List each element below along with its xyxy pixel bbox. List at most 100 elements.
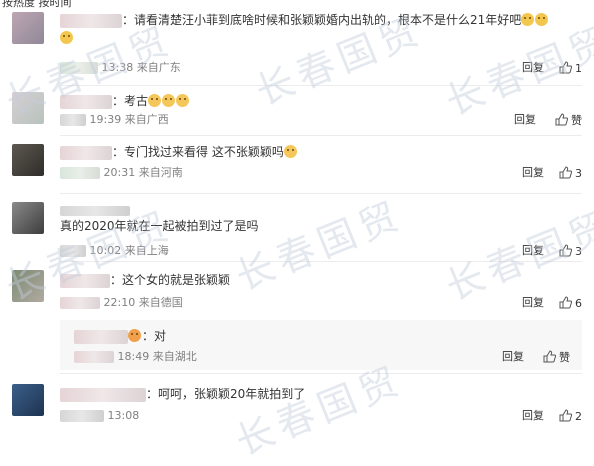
avatar[interactable] <box>12 92 44 124</box>
comment-meta: 13:38 来自广东 <box>60 61 181 75</box>
username[interactable] <box>60 94 112 109</box>
like-count: 赞 <box>559 351 570 364</box>
comment-text: ：考古 <box>112 94 149 108</box>
username[interactable] <box>60 387 146 402</box>
date-blur <box>60 245 86 257</box>
comment-actions: 回复 6 <box>502 296 582 310</box>
like-button[interactable]: 6 <box>559 296 582 311</box>
comment-item: ：这个女的就是张颖颖 22:10 来自德国 回复 6 ：对 18:49 来自湖北… <box>0 262 594 374</box>
cat-emoji-icon <box>283 145 297 158</box>
date-blur <box>60 410 104 422</box>
reply-button[interactable]: 回复 <box>522 166 544 180</box>
comment-time: 10:02 来自上海 <box>89 244 169 257</box>
comment-meta: 20:31 来自河南 <box>60 166 183 180</box>
nested-reply-content: ：对 <box>74 328 166 344</box>
comment-time: 13:08 <box>107 409 140 422</box>
comment-item: ：请看清楚汪小菲到底啥时候和张颖颖婚内出轨的，根本不是什么21年好吧 13:38… <box>0 8 594 86</box>
nested-reply-text: ：对 <box>142 329 167 343</box>
sort-tabs-label[interactable]: 按热度 按时间 <box>2 0 72 8</box>
nested-reply-actions: 回复 赞 <box>486 350 570 364</box>
comment-content-continued <box>60 30 74 46</box>
thumbs-up-icon <box>559 166 572 180</box>
avatar[interactable] <box>12 384 44 416</box>
username[interactable] <box>60 13 122 28</box>
comment-content: ：专门找过来看得 这不张颖颖吗 <box>60 144 298 160</box>
username[interactable] <box>74 329 128 344</box>
comment-meta: 10:02 来自上海 <box>60 244 169 258</box>
comment-item: ：专门找过来看得 这不张颖颖吗 20:31 来自河南 回复 3 <box>0 136 594 194</box>
comment-meta: 22:10 来自德国 <box>60 296 183 310</box>
like-button[interactable]: 3 <box>559 166 582 181</box>
like-count: 赞 <box>571 114 582 127</box>
like-button[interactable]: 赞 <box>555 113 582 128</box>
like-button[interactable]: 3 <box>559 244 582 259</box>
comment-text: ：专门找过来看得 这不张颖颖吗 <box>112 145 284 159</box>
avatar[interactable] <box>12 12 44 44</box>
comment-content: ：请看清楚汪小菲到底啥时候和张颖颖婚内出轨的，根本不是什么21年好吧 <box>60 12 549 28</box>
nested-reply-time: 18:49 来自湖北 <box>117 350 197 363</box>
cat-emoji-icon <box>176 94 190 107</box>
reply-button[interactable]: 回复 <box>522 409 544 423</box>
like-button[interactable]: 赞 <box>543 350 570 365</box>
comment-content: 真的2020年就在一起被拍到过了是吗 <box>60 218 259 234</box>
thumbs-up-icon <box>555 113 568 127</box>
username[interactable] <box>60 205 130 216</box>
username[interactable] <box>60 273 110 288</box>
like-count: 2 <box>575 410 582 423</box>
thumbs-up-icon <box>559 61 572 75</box>
emoji-icon <box>128 329 141 342</box>
sort-tabs[interactable]: 按热度 按时间 <box>0 0 594 8</box>
reply-button[interactable]: 回复 <box>522 244 544 258</box>
comment-meta: 13:08 <box>60 409 139 423</box>
cat-emoji-icon <box>148 94 162 107</box>
avatar[interactable] <box>12 202 44 234</box>
comment-content: ：考古 <box>60 93 190 109</box>
comment-time: 20:31 来自河南 <box>103 166 183 179</box>
nested-reply: ：对 18:49 来自湖北 回复 赞 <box>60 320 582 370</box>
comment-time: 19:39 来自广西 <box>89 113 169 126</box>
username-line <box>60 202 260 216</box>
comment-actions: 回复 1 <box>502 61 582 75</box>
reply-button[interactable]: 回复 <box>522 296 544 310</box>
date-blur <box>60 167 100 179</box>
cry-emoji-icon <box>535 13 549 26</box>
nested-reply-meta: 18:49 来自湖北 <box>74 350 197 364</box>
like-count: 3 <box>575 245 582 258</box>
thumbs-up-icon <box>559 244 572 258</box>
thumbs-up-icon <box>559 296 572 310</box>
reply-button[interactable]: 回复 <box>514 113 536 127</box>
date-blur <box>60 114 86 126</box>
like-count: 3 <box>575 167 582 180</box>
comment-text: ：呵呵，张颖颖20年就拍到了 <box>146 387 306 401</box>
avatar[interactable] <box>12 144 44 176</box>
comment-time: 13:38 来自广东 <box>101 61 181 74</box>
comment-meta: 19:39 来自广西 <box>60 113 169 127</box>
comment-content: ：呵呵，张颖颖20年就拍到了 <box>60 386 305 402</box>
comment-item: ：呵呵，张颖颖20年就拍到了 13:08 回复 2 <box>0 374 594 430</box>
thumbs-up-icon <box>543 350 556 364</box>
like-count: 6 <box>575 297 582 310</box>
cat-emoji-icon <box>162 94 176 107</box>
comment-text: 真的2020年就在一起被拍到过了是吗 <box>60 219 259 233</box>
avatar[interactable] <box>12 270 44 302</box>
thumbs-up-icon <box>559 409 572 423</box>
reply-button[interactable]: 回复 <box>522 61 544 75</box>
cry-emoji-icon <box>60 31 73 44</box>
comment-item: ：考古 19:39 来自广西 回复 赞 <box>0 86 594 136</box>
like-button[interactable]: 2 <box>559 409 582 424</box>
date-blur <box>74 351 114 363</box>
comment-text: ：请看清楚汪小菲到底啥时候和张颖颖婚内出轨的，根本不是什么21年好吧 <box>122 13 522 27</box>
cry-emoji-icon <box>521 13 535 26</box>
comment-actions: 回复 2 <box>502 409 582 423</box>
like-count: 1 <box>575 62 582 75</box>
comment-actions: 回复 赞 <box>498 113 582 127</box>
comment-time: 22:10 来自德国 <box>103 296 183 309</box>
like-button[interactable]: 1 <box>559 61 582 76</box>
username[interactable] <box>60 145 112 160</box>
comment-actions: 回复 3 <box>502 166 582 180</box>
comment-actions: 回复 3 <box>502 244 582 258</box>
date-blur <box>60 62 98 74</box>
reply-button[interactable]: 回复 <box>502 350 524 364</box>
comment-item: 真的2020年就在一起被拍到过了是吗 10:02 来自上海 回复 3 <box>0 194 594 262</box>
comment-text: ：这个女的就是张颖颖 <box>110 273 231 287</box>
